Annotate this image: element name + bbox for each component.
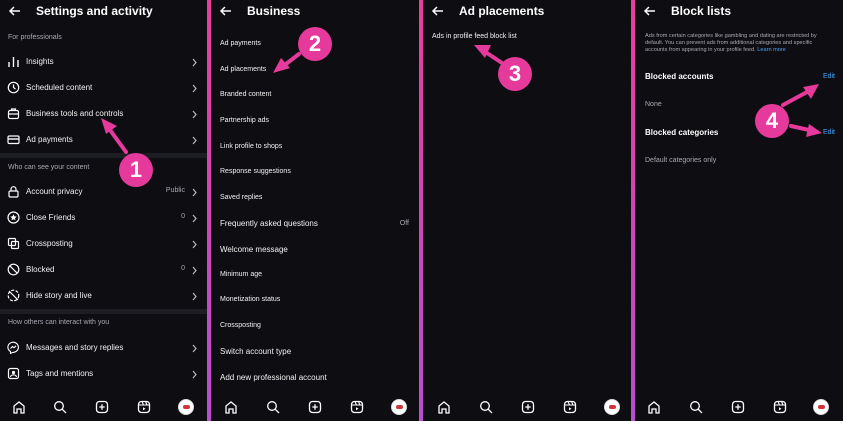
profile-avatar[interactable] [604, 399, 620, 415]
annotation-arrows [781, 84, 822, 137]
menu-item-monetization-status[interactable]: Monetization status [220, 296, 280, 303]
menu-item-welcome-message[interactable]: Welcome message [220, 245, 288, 254]
item-label: Messages and story replies [26, 343, 124, 352]
crosspost-icon [7, 237, 20, 250]
menu-item-response-suggestions[interactable]: Response suggestions [220, 168, 291, 175]
home-icon[interactable] [647, 400, 661, 414]
star-icon [7, 211, 20, 224]
item-label: Crossposting [26, 239, 73, 248]
messenger-icon [7, 341, 19, 354]
annotation-arrow [273, 52, 301, 73]
home-icon[interactable] [12, 400, 26, 414]
profile-avatar[interactable] [813, 399, 829, 415]
menu-item-link-profile-to-shops[interactable]: Link profile to shops [220, 143, 282, 150]
search-icon[interactable] [479, 400, 493, 414]
reels-icon[interactable] [563, 400, 577, 414]
annotation-arrow [101, 118, 128, 154]
item-label: Hide story and live [26, 291, 92, 300]
chevron-right-icon [192, 370, 197, 379]
tag-icon [7, 367, 20, 380]
business-panel: Business Ad payments Ad placements Brand… [211, 0, 419, 421]
profile-avatar[interactable] [391, 399, 407, 415]
bottom-nav [211, 394, 419, 421]
menu-item-faq[interactable]: Frequently asked questions [220, 219, 318, 228]
divider [0, 309, 207, 314]
search-icon[interactable] [689, 400, 703, 414]
bottom-nav [635, 394, 843, 421]
create-icon[interactable] [308, 400, 322, 414]
create-icon[interactable] [521, 400, 535, 414]
create-icon[interactable] [731, 400, 745, 414]
home-icon[interactable] [224, 400, 238, 414]
item-value: 0 [181, 213, 185, 220]
item-label: Tags and mentions [26, 369, 94, 378]
blocked-icon [7, 263, 20, 276]
home-icon[interactable] [437, 400, 451, 414]
settings-item-tags[interactable]: Tags and mentions [0, 362, 207, 386]
search-icon[interactable] [53, 400, 67, 414]
settings-item-hide-story[interactable]: Hide story and live [0, 284, 207, 308]
chevron-right-icon [192, 344, 197, 353]
reels-icon[interactable] [773, 400, 787, 414]
chevron-right-icon [192, 266, 197, 275]
reels-icon[interactable] [350, 400, 364, 414]
annotation-arrow [474, 45, 504, 65]
chevron-right-icon [192, 214, 197, 223]
menu-item-switch-account-type[interactable]: Switch account type [220, 347, 291, 356]
bottom-nav [423, 394, 631, 421]
settings-item-close-friends[interactable]: Close Friends 0 [0, 206, 207, 230]
chevron-right-icon [192, 292, 197, 301]
menu-item-minimum-age[interactable]: Minimum age [220, 271, 262, 278]
settings-item-crossposting[interactable]: Crossposting [0, 232, 207, 256]
search-icon[interactable] [266, 400, 280, 414]
reels-icon[interactable] [137, 400, 151, 414]
settings-panel: Settings and activity For professionals … [0, 0, 207, 421]
section-header-interact: How others can interact with you [8, 319, 110, 326]
menu-item-add-professional-account[interactable]: Add new professional account [220, 373, 327, 382]
ad-placements-panel: Ad placements Ads in profile feed block … [423, 0, 631, 421]
item-label: Close Friends [26, 213, 76, 222]
profile-avatar[interactable] [178, 399, 194, 415]
create-icon[interactable] [95, 400, 109, 414]
faq-status: Off [399, 220, 409, 227]
hide-story-icon [7, 289, 20, 302]
menu-item-saved-replies[interactable]: Saved replies [220, 194, 262, 201]
chevron-right-icon [192, 240, 197, 249]
item-label: Blocked [26, 265, 55, 274]
menu-item-crossposting[interactable]: Crossposting [220, 322, 261, 329]
settings-item-blocked[interactable]: Blocked 0 [0, 258, 207, 282]
settings-item-messages[interactable]: Messages and story replies [0, 336, 207, 360]
bottom-nav [0, 394, 207, 421]
block-lists-panel: Block lists Ads from certain categories … [635, 0, 843, 421]
item-value: 0 [181, 265, 185, 272]
